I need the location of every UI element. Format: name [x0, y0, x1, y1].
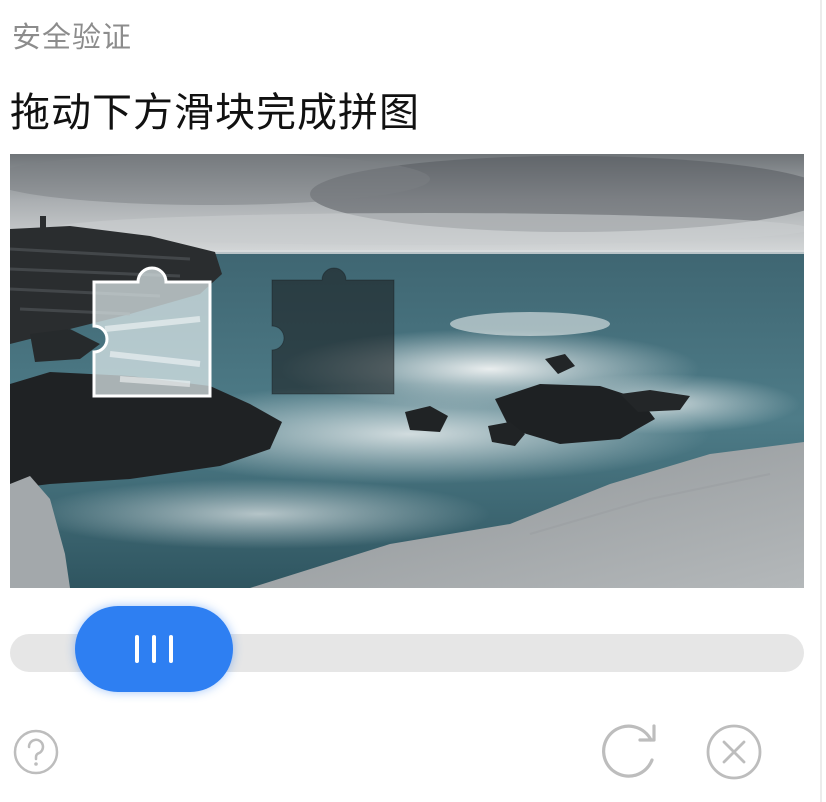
puzzle-slot [271, 267, 395, 395]
dialog-edge [820, 0, 822, 802]
close-button[interactable] [704, 722, 764, 782]
grip-icon [152, 635, 156, 663]
question-circle-icon [13, 729, 59, 775]
slider-handle[interactable] [75, 606, 233, 692]
grip-icon [135, 635, 139, 663]
puzzle-image [10, 154, 804, 588]
refresh-icon [602, 724, 656, 778]
puzzle-instruction: 拖动下方滑块完成拼图 [10, 90, 420, 136]
refresh-button[interactable] [596, 718, 662, 784]
seascape-image [10, 154, 804, 588]
dialog-title: 安全验证 [12, 20, 133, 54]
puzzle-piece[interactable] [92, 266, 212, 398]
grip-icon [169, 635, 173, 663]
help-button[interactable] [12, 728, 60, 776]
close-circle-icon [706, 724, 762, 780]
security-verification-dialog: 安全验证 拖动下方滑块完成拼图 [0, 0, 826, 802]
